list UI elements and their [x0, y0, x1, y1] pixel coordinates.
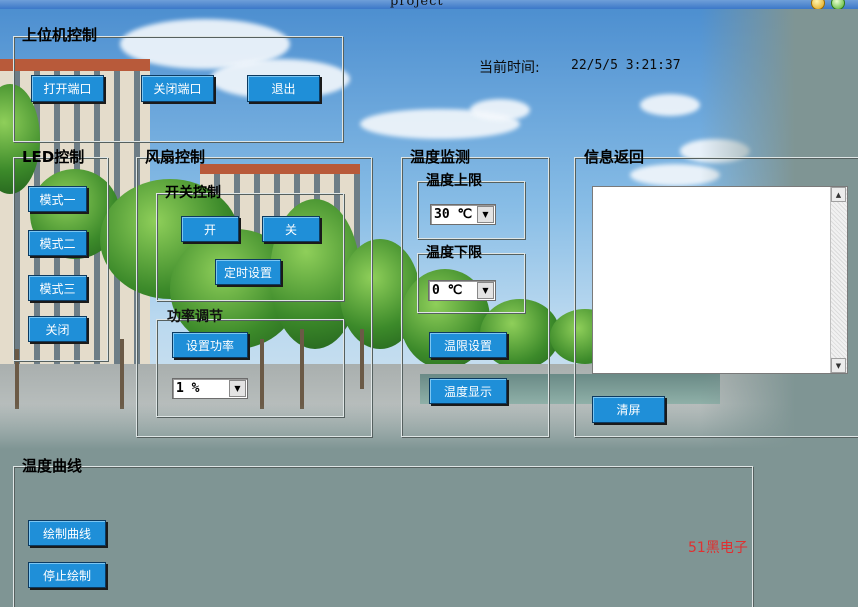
- window-title: project: [390, 0, 444, 9]
- dropdown-arrow-icon[interactable]: ▼: [477, 282, 494, 299]
- dropdown-arrow-icon[interactable]: ▼: [477, 206, 494, 223]
- switch-control-title: 开关控制: [165, 185, 221, 201]
- title-bar: project: [0, 0, 858, 10]
- temp-lower-title: 温度下限: [426, 245, 482, 261]
- close-port-button[interactable]: 关闭端口: [141, 75, 214, 102]
- info-return-title: 信息返回: [584, 148, 645, 166]
- current-time-label: 当前时间:: [479, 60, 540, 76]
- fan-off-button[interactable]: 关: [262, 216, 320, 242]
- scroll-down-icon[interactable]: ▼: [831, 358, 846, 373]
- timer-settings-button[interactable]: 定时设置: [215, 259, 281, 285]
- mode-three-button[interactable]: 模式三: [28, 275, 87, 301]
- temp-lower-select[interactable]: 0 ℃ ▼: [428, 280, 496, 301]
- mode-two-button[interactable]: 模式二: [28, 230, 87, 256]
- brand-watermark: 51黑电子: [688, 540, 748, 556]
- show-temp-button[interactable]: 温度显示: [429, 378, 507, 404]
- mode-one-button[interactable]: 模式一: [28, 186, 87, 212]
- temp-curve-title: 温度曲线: [22, 457, 83, 475]
- led-off-button[interactable]: 关闭: [28, 316, 87, 342]
- temp-upper-title: 温度上限: [426, 173, 482, 189]
- dropdown-arrow-icon[interactable]: ▼: [229, 380, 246, 397]
- exit-button[interactable]: 退出: [247, 75, 320, 102]
- current-time-value: 22/5/5 3:21:37: [571, 58, 681, 73]
- set-temp-limits-button[interactable]: 温限设置: [429, 332, 507, 358]
- stop-draw-button[interactable]: 停止绘制: [28, 562, 106, 588]
- fan-control-title: 风扇控制: [145, 148, 206, 166]
- temp-upper-value: 30 ℃: [434, 207, 473, 222]
- open-port-button[interactable]: 打开端口: [31, 75, 104, 102]
- draw-curve-button[interactable]: 绘制曲线: [28, 520, 106, 546]
- power-adjust-title: 功率调节: [167, 309, 223, 325]
- info-return-textarea[interactable]: ▲ ▼: [592, 186, 848, 374]
- temp-upper-select[interactable]: 30 ℃ ▼: [430, 204, 496, 225]
- fan-on-button[interactable]: 开: [181, 216, 239, 242]
- clear-screen-button[interactable]: 清屏: [592, 396, 665, 423]
- temp-monitor-title: 温度监测: [410, 148, 471, 166]
- textarea-scrollbar[interactable]: ▲ ▼: [830, 187, 847, 373]
- set-power-button[interactable]: 设置功率: [172, 332, 248, 358]
- power-select[interactable]: 1 % ▼: [172, 378, 248, 399]
- host-control-title: 上位机控制: [22, 26, 98, 44]
- scroll-up-icon[interactable]: ▲: [831, 187, 846, 202]
- led-control-title: LED控制: [22, 148, 85, 166]
- temp-lower-value: 0 ℃: [432, 283, 463, 298]
- temp-curve-group: [13, 466, 753, 607]
- power-select-value: 1 %: [176, 381, 200, 396]
